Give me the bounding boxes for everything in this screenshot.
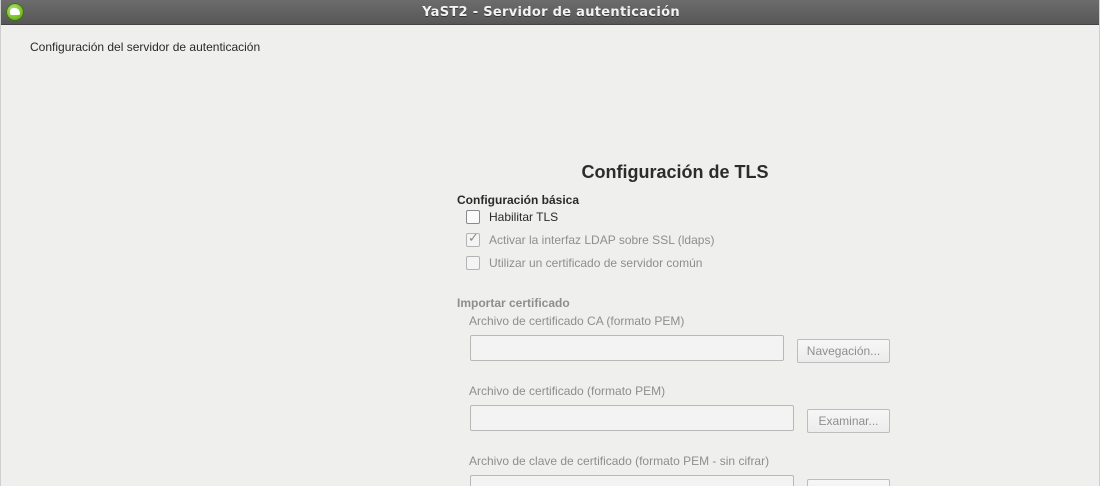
ca-cert-file-input[interactable] [470,335,784,361]
check-mark-icon: ✓ [468,230,479,245]
browse-key-button[interactable] [807,479,890,486]
yast-window: YaST2 - Servidor de autenticación Config… [0,0,1100,486]
window-title: YaST2 - Servidor de autenticación [422,5,680,20]
cert-file-input[interactable] [470,405,794,431]
title-bar[interactable]: YaST2 - Servidor de autenticación [1,0,1099,25]
ldaps-checkbox[interactable]: ✓ Activar la interfaz LDAP sobre SSL (ld… [466,231,714,249]
key-file-label: Archivo de clave de certificado (formato… [469,454,770,468]
common-cert-label: Utilizar un certificado de servidor comú… [489,256,703,270]
browse-cert-button[interactable]: Examinar... [807,409,890,433]
dialog-subtitle: Configuración del servidor de autenticac… [30,40,261,54]
key-file-input[interactable] [470,475,794,486]
basic-config-label: Configuración básica [457,193,580,207]
enable-tls-checkbox[interactable]: Habilitar TLS [466,208,558,226]
page-heading: Configuración de TLS [581,162,769,182]
ca-cert-file-label: Archivo de certificado CA (formato PEM) [469,314,685,328]
ldaps-label: Activar la interfaz LDAP sobre SSL (ldap… [489,233,715,247]
checkbox-box[interactable] [466,210,480,224]
common-cert-checkbox[interactable]: Utilizar un certificado de servidor comú… [466,254,702,272]
cert-file-label: Archivo de certificado (formato PEM) [469,384,666,398]
import-cert-label: Importar certificado [457,296,570,310]
checkbox-box[interactable]: ✓ [466,230,480,247]
checkbox-box[interactable] [466,256,480,270]
browse-ca-cert-button[interactable]: Navegación... [797,339,890,363]
enable-tls-label: Habilitar TLS [489,210,559,224]
